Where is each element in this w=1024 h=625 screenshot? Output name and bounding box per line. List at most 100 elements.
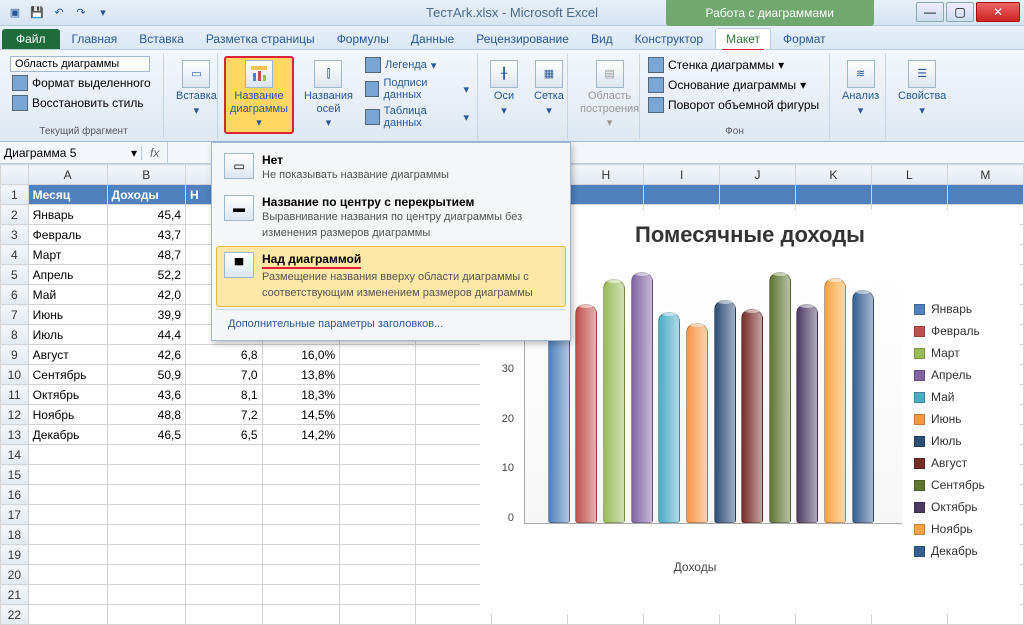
rotation-icon — [648, 97, 664, 113]
chart-wall-icon — [648, 57, 664, 73]
x-axis-label: Доходы — [480, 560, 910, 574]
axis-titles-button[interactable]: ⫿Названия осей▾ — [298, 56, 359, 134]
minimize-button[interactable]: — — [916, 2, 944, 22]
3d-rotation-button[interactable]: Поворот объемной фигуры — [646, 96, 821, 114]
tab-data[interactable]: Данные — [401, 29, 464, 49]
chart-element-selector[interactable]: Область диаграммы — [10, 56, 150, 72]
close-button[interactable]: ✕ — [976, 2, 1020, 22]
chart-bar — [796, 304, 818, 523]
chart-title-option-centered[interactable]: ▬ Название по центру с перекрытиемВыравн… — [216, 189, 566, 247]
legend-item: Апрель — [914, 368, 1012, 382]
legend-button[interactable]: Легенда ▾ — [363, 56, 471, 74]
chart-bar — [714, 300, 736, 523]
col-header[interactable]: A — [28, 165, 107, 185]
chart-bars — [524, 272, 902, 524]
plot-area-icon: ▤ — [596, 60, 624, 88]
data-table-icon — [365, 109, 380, 125]
properties-icon: ☰ — [908, 60, 936, 88]
ribbon-tabs: Файл Главная Вставка Разметка страницы Ф… — [0, 26, 1024, 50]
chart-bar — [741, 309, 763, 523]
tab-design[interactable]: Конструктор — [625, 29, 713, 49]
data-labels-icon — [365, 81, 380, 97]
tab-layout[interactable]: Макет — [715, 28, 771, 49]
chart-bar — [852, 290, 874, 523]
tab-formulas[interactable]: Формулы — [327, 29, 399, 49]
legend-item: Февраль — [914, 324, 1012, 338]
data-table-button[interactable]: Таблица данных ▾ — [363, 104, 471, 130]
col-header[interactable]: L — [871, 165, 947, 185]
quick-access-toolbar: ▣ 💾 ↶ ↷ ▾ — [0, 4, 118, 22]
save-icon[interactable]: 💾 — [28, 4, 46, 22]
more-title-options[interactable]: Дополнительные параметры заголовков... — [216, 312, 566, 336]
col-header[interactable]: M — [947, 165, 1023, 185]
window-titlebar: ▣ 💾 ↶ ↷ ▾ ТестArk.xlsx - Microsoft Excel… — [0, 0, 1024, 26]
ribbon-group-label: Фон — [646, 124, 823, 137]
chart-bar — [686, 323, 708, 523]
redo-icon[interactable]: ↷ — [72, 4, 90, 22]
tab-insert[interactable]: Вставка — [129, 29, 194, 49]
plot-area-button: ▤Область построения▾ — [574, 56, 645, 134]
tab-format[interactable]: Формат — [773, 29, 836, 49]
chart-tools-contextual-tab: Работа с диаграммами — [666, 0, 875, 26]
legend-item: Июль — [914, 434, 1012, 448]
legend-item: Январь — [914, 302, 1012, 316]
legend-item: Ноябрь — [914, 522, 1012, 536]
tab-review[interactable]: Рецензирование — [466, 29, 579, 49]
chart-title-option-none[interactable]: ▭ НетНе показывать название диаграммы — [216, 147, 566, 189]
legend-item: Май — [914, 390, 1012, 404]
name-box[interactable]: Диаграмма 5▾ — [0, 146, 142, 160]
col-header[interactable]: J — [720, 165, 796, 185]
analysis-icon: ≋ — [847, 60, 875, 88]
chart-legend: ЯнварьФевральМартАпрельМайИюньИюльАвгуст… — [910, 254, 1020, 584]
legend-item: Март — [914, 346, 1012, 360]
legend-icon — [365, 57, 381, 73]
excel-icon: ▣ — [6, 4, 24, 22]
window-controls: — ▢ ✕ — [916, 2, 1020, 22]
maximize-button[interactable]: ▢ — [946, 2, 974, 22]
format-selection-button[interactable]: Формат выделенного — [10, 74, 153, 92]
shapes-icon: ▭ — [182, 60, 210, 88]
chart-bar — [575, 304, 597, 523]
chart-bar — [769, 272, 791, 523]
data-labels-button[interactable]: Подписи данных ▾ — [363, 76, 471, 102]
legend-item: Сентябрь — [914, 478, 1012, 492]
legend-item: Октябрь — [914, 500, 1012, 514]
ribbon: Область диаграммы Формат выделенного Вос… — [0, 50, 1024, 142]
analysis-button[interactable]: ≋Анализ▾ — [836, 56, 885, 121]
chart-wall-button[interactable]: Стенка диаграммы ▾ — [646, 56, 786, 74]
reset-style-icon — [12, 95, 28, 111]
fx-icon[interactable]: fx — [142, 146, 167, 160]
above-chart-icon: ▀ — [224, 252, 254, 278]
chart-title-option-above[interactable]: ▀ Над диаграммойРазмещение названия ввер… — [216, 246, 566, 307]
properties-button[interactable]: ☰Свойства▾ — [892, 56, 952, 121]
col-header[interactable]: B — [107, 165, 185, 185]
axis-titles-icon: ⫿ — [314, 60, 342, 88]
select-all-corner[interactable] — [1, 165, 29, 185]
chart-bar — [658, 312, 680, 523]
chart-bar — [603, 279, 625, 523]
gridlines-button[interactable]: ▦Сетка▾ — [528, 56, 570, 121]
chart-bar — [631, 272, 653, 523]
qat-customize-icon[interactable]: ▾ — [94, 4, 112, 22]
col-header[interactable]: H — [568, 165, 644, 185]
ribbon-group-label: Текущий фрагмент — [10, 124, 157, 137]
chart-bar — [824, 278, 846, 523]
undo-icon[interactable]: ↶ — [50, 4, 68, 22]
gridlines-icon: ▦ — [535, 60, 563, 88]
tab-page-layout[interactable]: Разметка страницы — [196, 29, 325, 49]
axes-button[interactable]: ╂Оси▾ — [484, 56, 524, 121]
col-header[interactable]: K — [795, 165, 871, 185]
chart-title-icon — [245, 60, 273, 88]
chart-floor-button[interactable]: Основание диаграммы ▾ — [646, 76, 808, 94]
col-header[interactable]: I — [644, 165, 720, 185]
chevron-down-icon: ▾ — [131, 146, 137, 160]
chart-title-button[interactable]: Название диаграммы▾ — [224, 56, 294, 134]
none-icon: ▭ — [224, 153, 254, 179]
reset-style-button[interactable]: Восстановить стиль — [10, 94, 146, 112]
insert-shape-button[interactable]: ▭Вставка▾ — [170, 56, 223, 121]
tab-view[interactable]: Вид — [581, 29, 623, 49]
file-tab[interactable]: Файл — [2, 29, 60, 49]
axes-icon: ╂ — [490, 60, 518, 88]
tab-home[interactable]: Главная — [62, 29, 128, 49]
centered-overlay-icon: ▬ — [224, 195, 254, 221]
